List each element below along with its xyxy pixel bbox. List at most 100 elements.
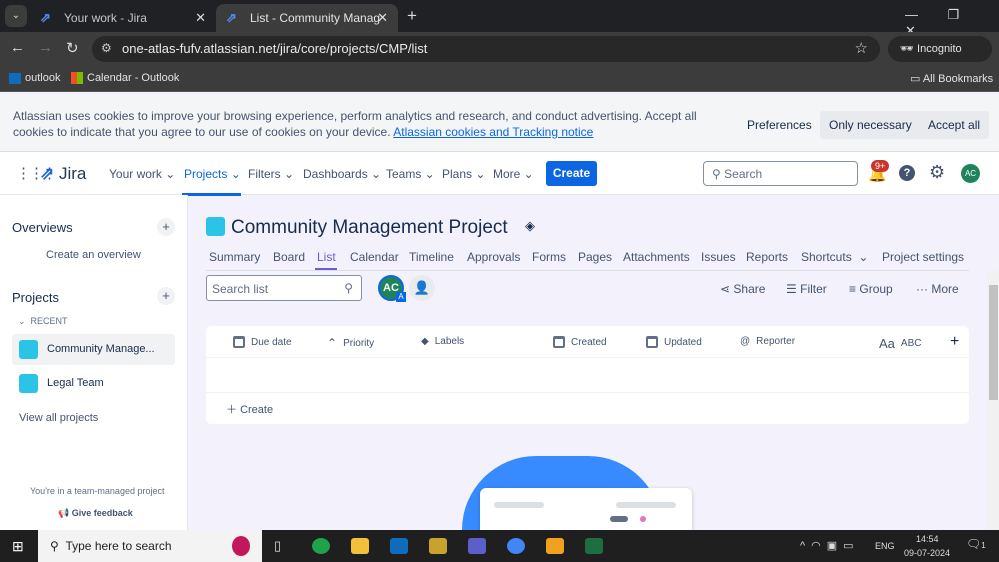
project-avatar-icon xyxy=(19,340,38,359)
tab-title: Your work - Jira xyxy=(64,11,147,25)
create-button[interactable]: Create xyxy=(546,161,597,186)
start-icon[interactable]: ⊞ xyxy=(12,538,24,555)
group-icon: ≡ xyxy=(849,282,857,296)
nav-dashboards[interactable]: Dashboards ⌄ xyxy=(303,167,381,181)
tab-shortcuts[interactable]: Shortcuts ⌄ xyxy=(801,250,868,264)
tab-summary[interactable]: Summary xyxy=(209,250,260,264)
theme-icon[interactable]: ◈ xyxy=(525,218,535,234)
settings-icon[interactable]: ⚙ xyxy=(929,162,945,183)
new-tab-button[interactable]: + xyxy=(407,6,417,26)
nav-teams[interactable]: Teams ⌄ xyxy=(386,167,435,181)
team-managed-note: You're in a team-managed project xyxy=(30,486,165,496)
group-button[interactable]: ≡ Group xyxy=(849,282,893,296)
share-icon: ⋖ xyxy=(720,282,731,296)
excel-icon[interactable] xyxy=(585,538,603,554)
more-button[interactable]: ··· More xyxy=(916,282,959,296)
share-button[interactable]: ⋖ Share xyxy=(720,282,765,296)
tab-timeline[interactable]: Timeline xyxy=(409,250,454,264)
outlook-icon[interactable] xyxy=(390,538,408,554)
sidebar-item-community[interactable]: Community Manage... xyxy=(12,334,175,365)
column-priority[interactable]: ⌃ Priority xyxy=(327,336,374,350)
sidebar-item-legal[interactable]: Legal Team xyxy=(12,368,175,399)
incognito-badge[interactable]: 🕶 Incognito xyxy=(888,36,992,62)
nav-your-work[interactable]: Your work ⌄ xyxy=(109,167,175,181)
recent-toggle[interactable]: ⌄ RECENT xyxy=(18,316,68,327)
jira-icon: ⇗ xyxy=(40,164,55,183)
reload-icon[interactable]: ↻ xyxy=(66,39,79,57)
add-project-button[interactable]: + xyxy=(157,287,175,305)
close-tab-icon[interactable]: ✕ xyxy=(377,10,388,26)
accept-all-button[interactable]: Accept all xyxy=(919,111,990,139)
url-input[interactable]: one-atlas-fufv.atlassian.net/jira/core/p… xyxy=(92,36,880,62)
power-bi-icon[interactable] xyxy=(546,538,564,554)
jira-logo[interactable]: ⇗ Jira xyxy=(40,164,86,184)
scrollbar[interactable] xyxy=(987,271,999,530)
add-column-button[interactable]: + xyxy=(950,333,959,351)
search-icon: ⚲ xyxy=(712,167,721,181)
teams-icon[interactable] xyxy=(468,538,486,554)
browser-tab-your-work[interactable]: ⇗ Your work - Jira ✕ xyxy=(30,4,216,32)
cookie-banner: Atlassian uses cookies to improve your b… xyxy=(0,95,999,152)
tab-project-settings[interactable]: Project settings xyxy=(882,250,964,264)
system-tray-icons[interactable]: ^◠▣▭ xyxy=(800,539,860,552)
create-overview-link[interactable]: Create an overview xyxy=(46,249,141,261)
column-created[interactable]: Created xyxy=(553,336,607,348)
user-avatar[interactable]: AC xyxy=(961,164,980,183)
back-icon[interactable]: ← xyxy=(10,39,25,56)
file-explorer-icon[interactable] xyxy=(351,538,369,554)
nav-more[interactable]: More ⌄ xyxy=(493,167,534,181)
edge-icon[interactable] xyxy=(312,538,330,554)
forward-icon[interactable]: → xyxy=(38,39,53,56)
global-search-input[interactable]: ⚲ Search xyxy=(703,161,858,186)
tab-approvals[interactable]: Approvals xyxy=(467,250,520,264)
filter-button[interactable]: ☰ Filter xyxy=(786,282,827,296)
only-necessary-button[interactable]: Only necessary xyxy=(820,111,921,139)
sidebar: Overviews + Create an overview Projects … xyxy=(0,195,188,530)
browser-tab-list[interactable]: ⇗ List - Community Management✕ xyxy=(216,4,398,32)
create-issue-button[interactable]: ＋ Create xyxy=(226,401,273,417)
bookmark-star-icon[interactable]: ☆ xyxy=(855,39,868,57)
column-due-date[interactable]: Due date xyxy=(233,336,292,348)
view-all-projects-link[interactable]: View all projects xyxy=(19,412,98,424)
column-updated[interactable]: Updated xyxy=(646,336,702,348)
calendar-icon xyxy=(233,336,245,348)
add-overview-button[interactable]: + xyxy=(157,218,175,236)
help-icon[interactable]: ? xyxy=(899,165,915,181)
tab-reports[interactable]: Reports xyxy=(746,250,788,264)
add-people-button[interactable]: 👤 xyxy=(409,275,435,301)
nav-plans[interactable]: Plans ⌄ xyxy=(442,167,485,181)
tab-search-button[interactable]: ⌄ xyxy=(5,5,27,27)
url-text: one-atlas-fufv.atlassian.net/jira/core/p… xyxy=(122,41,428,56)
bookmark-calendar[interactable]: Calendar - Outlook xyxy=(71,72,179,85)
column-labels[interactable]: ◆ Labels xyxy=(421,336,464,347)
column-abc[interactable]: Aa ABC xyxy=(879,336,921,351)
task-view-icon[interactable]: ▯ xyxy=(274,538,281,554)
site-info-icon[interactable]: ⚙ xyxy=(101,41,112,55)
tab-attachments[interactable]: Attachments xyxy=(623,250,690,264)
tab-board[interactable]: Board xyxy=(273,250,305,264)
language-indicator[interactable]: ENG xyxy=(875,541,895,551)
taskbar-search[interactable]: ⚲ Type here to search xyxy=(38,530,262,562)
cookie-notice-link[interactable]: Atlassian cookies and Tracking notice xyxy=(393,125,593,139)
preferences-button[interactable]: Preferences xyxy=(738,111,821,139)
notification-center-icon[interactable]: 🗨1 xyxy=(966,537,986,551)
close-tab-icon[interactable]: ✕ xyxy=(195,10,206,26)
column-reporter[interactable]: @ Reporter xyxy=(740,336,795,347)
tab-forms[interactable]: Forms xyxy=(532,250,566,264)
all-bookmarks[interactable]: ▭ All Bookmarks xyxy=(910,72,993,85)
search-list-input[interactable]: Search list ⚲ xyxy=(206,275,362,301)
nav-filters[interactable]: Filters ⌄ xyxy=(248,167,294,181)
bookmark-outlook[interactable]: outlook xyxy=(9,72,60,84)
tab-pages[interactable]: Pages xyxy=(578,250,612,264)
all-bookmarks-label: All Bookmarks xyxy=(922,73,994,85)
tab-calendar[interactable]: Calendar xyxy=(350,250,399,264)
project-avatar-icon xyxy=(206,217,225,236)
clock-date[interactable]: 09-07-2024 xyxy=(904,548,950,558)
clock-time[interactable]: 14:54 xyxy=(916,534,939,544)
give-feedback-button[interactable]: 📢 Give feedback xyxy=(58,508,133,519)
chrome-icon[interactable] xyxy=(507,538,525,554)
snipping-tool-icon[interactable] xyxy=(429,538,447,554)
nav-projects[interactable]: Projects ⌄ xyxy=(182,167,241,196)
tab-issues[interactable]: Issues xyxy=(701,250,736,264)
tab-list[interactable]: List xyxy=(317,250,336,264)
